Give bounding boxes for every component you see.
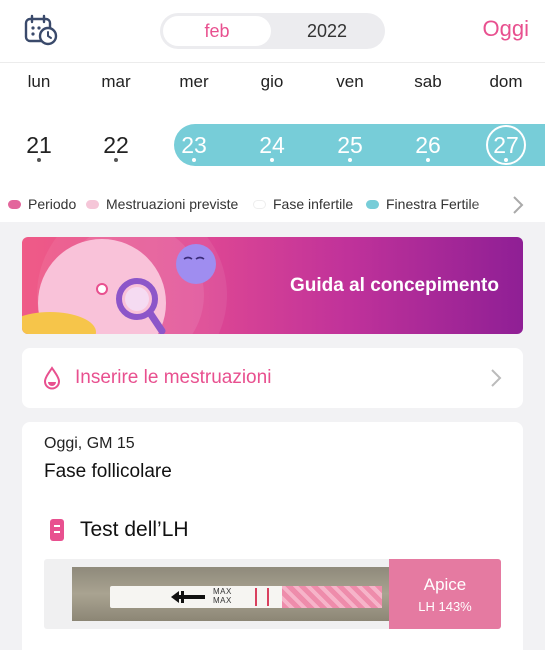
day-cell[interactable]: 21: [0, 124, 78, 166]
day-number: 21: [26, 131, 52, 158]
weekday-label: sab: [414, 72, 442, 91]
lh-test-title: Test dell’LH: [80, 518, 189, 541]
chevron-right-icon: [491, 369, 502, 387]
lh-test-result[interactable]: MAX MAX Apice LH 143%: [44, 559, 501, 629]
day-number: 23: [181, 131, 207, 158]
day-number: 22: [103, 131, 129, 158]
banner-title: Guida al concepimento: [289, 275, 499, 296]
legend-label: Finestra Fertile: [386, 196, 480, 212]
calendar-clock-icon[interactable]: [24, 14, 58, 46]
conception-guide-banner[interactable]: Guida al concepimento: [22, 237, 523, 334]
day-cell-today[interactable]: 27: [467, 124, 545, 166]
month-tab[interactable]: feb: [163, 16, 271, 46]
day-dot: [348, 158, 352, 162]
legend-label: Mestruazioni previste: [106, 196, 239, 212]
legend-swatch: [366, 199, 379, 209]
legend-item-period: Periodo: [8, 196, 76, 212]
weekday-label: lun: [27, 72, 51, 91]
apex-badge: Apice LH 143%: [389, 559, 501, 629]
weekday-row: lun mar mer gio ven sab dom: [0, 72, 545, 94]
day-dot: [270, 158, 274, 162]
cycle-status-card: Oggi, GM 15 Fase follicolare Test dell’L…: [22, 422, 523, 650]
legend-item-predicted: Mestruazioni previste: [86, 196, 238, 212]
legend-swatch: [8, 199, 21, 209]
legend-label: Fase infertile: [273, 196, 354, 212]
day-number: 27: [493, 131, 519, 158]
enter-period-card[interactable]: Inserire le mestruazioni: [22, 348, 523, 408]
day-dot: [504, 158, 508, 162]
day-number: 25: [337, 131, 363, 158]
today-button[interactable]: Oggi: [483, 16, 529, 42]
day-dot: [37, 158, 41, 162]
strip-max-text: MAX MAX: [213, 587, 232, 605]
strip-max-label: MAX MAX: [213, 587, 232, 605]
legend: Periodo Mestruazioni previste Fase infer…: [0, 196, 545, 216]
day-row: 21 22 23 24 25 26 27: [0, 124, 545, 166]
day-cell[interactable]: 22: [77, 124, 155, 166]
test-line: [267, 588, 269, 606]
legend-item-infertile: Fase infertile: [253, 196, 353, 212]
test-strip: MAX MAX: [110, 586, 382, 608]
phase-label: Fase follicolare: [44, 461, 172, 482]
day-number: 24: [259, 131, 285, 158]
arrow-left-icon: [171, 591, 205, 603]
apex-title: Apice: [423, 574, 467, 594]
day-cell[interactable]: 26: [389, 124, 467, 166]
control-line: [255, 588, 257, 606]
weekday-label: mer: [179, 72, 209, 91]
legend-fade: [470, 190, 510, 218]
day-dot: [192, 158, 196, 162]
apex-value: LH 143%: [418, 598, 472, 614]
weekday-label: gio: [260, 72, 284, 91]
drop-icon: [43, 366, 61, 390]
day-cell[interactable]: 25: [311, 124, 389, 166]
day-cell[interactable]: 23: [155, 124, 233, 166]
legend-item-fertile: Finestra Fertile: [366, 196, 479, 212]
weekday-label: dom: [489, 72, 523, 91]
day-dot: [114, 158, 118, 162]
legend-swatch: [86, 199, 99, 209]
divider: [0, 62, 545, 63]
year-tab[interactable]: 2022: [272, 16, 382, 46]
weekday-label: mar: [101, 72, 131, 91]
cycle-day-label: Oggi, GM 15: [44, 435, 135, 452]
enter-period-label: Inserire le mestruazioni: [75, 367, 272, 388]
day-number: 26: [415, 131, 441, 158]
chevron-right-icon[interactable]: [508, 195, 528, 215]
legend-swatch: [253, 199, 266, 209]
day-cell[interactable]: 24: [233, 124, 311, 166]
weekday-label: ven: [336, 72, 364, 91]
legend-label: Periodo: [28, 196, 77, 212]
month-year-selector: feb 2022: [160, 13, 385, 49]
day-dot: [426, 158, 430, 162]
strip-pink-end: [282, 586, 382, 608]
test-strip-icon: [50, 519, 64, 541]
test-strip-photo: MAX MAX: [72, 567, 402, 621]
